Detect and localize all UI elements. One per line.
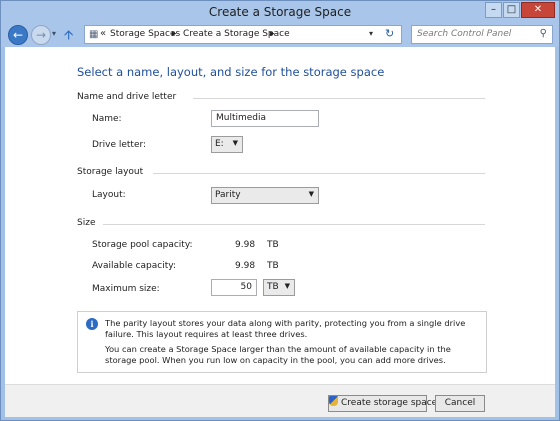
available-capacity-label: Available capacity: (92, 261, 176, 271)
search-input[interactable]: Search Control Panel ⚲ (411, 25, 553, 44)
window-title: Create a Storage Space (208, 5, 352, 19)
chevron-down-icon: ▼ (284, 282, 290, 290)
drive-letter-value: E: (215, 139, 224, 149)
recent-pages-chevron-icon[interactable]: ▾ (52, 29, 56, 38)
maximum-size-field[interactable]: 50 (211, 279, 257, 296)
pool-capacity-unit: TB (267, 240, 279, 250)
name-field[interactable]: Multimedia (211, 110, 319, 127)
pool-capacity-value: 9.98 (235, 240, 256, 250)
address-bar[interactable]: ▦ « Storage Spaces ▸ Create a Storage Sp… (84, 25, 402, 44)
refresh-icon[interactable]: ↻ (385, 27, 394, 40)
capacity-info-text: You can create a Storage Space larger th… (105, 344, 451, 365)
size-unit-value: TB (267, 282, 279, 292)
window: Create a Storage Space – □ ✕ ← → ▾ 🡩 ▦ «… (0, 0, 560, 421)
available-capacity-value: 9.98 (235, 261, 256, 271)
section-title-layout: Storage layout (77, 167, 144, 177)
size-unit-select[interactable]: TB ▼ (263, 279, 295, 296)
navigation-bar: ← → ▾ 🡩 ▦ « Storage Spaces ▸ Create a St… (1, 23, 559, 47)
cancel-button[interactable]: Cancel (435, 395, 485, 412)
layout-value: Parity (215, 190, 241, 200)
section-divider (153, 173, 485, 174)
breadcrumb-separator-icon[interactable]: ▸ (172, 29, 177, 39)
search-placeholder: Search Control Panel (417, 29, 512, 39)
breadcrumb-storage-spaces[interactable]: Storage Spaces (110, 29, 180, 39)
up-arrow-icon[interactable]: 🡩 (64, 26, 73, 48)
chevron-down-icon: ▼ (232, 139, 238, 147)
section-divider (103, 224, 485, 225)
breadcrumb-separator-icon[interactable]: ▸ (270, 29, 275, 39)
create-storage-space-label: Create storage space (341, 398, 438, 408)
available-capacity-unit: TB (267, 261, 279, 271)
section-divider (193, 98, 485, 99)
maximum-size-label: Maximum size: (92, 284, 160, 294)
address-dropdown-icon[interactable]: ▾ (369, 29, 373, 38)
parity-info-text: The parity layout stores your data along… (105, 318, 466, 339)
close-button[interactable]: ✕ (521, 2, 555, 18)
breadcrumb-overflow-icon[interactable]: « (100, 28, 106, 39)
maximize-button[interactable]: □ (503, 2, 520, 18)
title-bar: Create a Storage Space – □ ✕ (1, 1, 559, 23)
name-label: Name: (92, 114, 122, 124)
content-area: Select a name, layout, and size for the … (5, 47, 555, 384)
layout-label: Layout: (92, 190, 126, 200)
create-storage-space-button[interactable]: Create storage space (328, 395, 437, 412)
drive-letter-label: Drive letter: (92, 140, 147, 150)
minimize-button[interactable]: – (485, 2, 502, 18)
section-title-size: Size (77, 218, 96, 228)
page-title: Select a name, layout, and size for the … (77, 65, 385, 79)
chevron-down-icon: ▼ (308, 190, 314, 198)
pool-capacity-label: Storage pool capacity: (92, 240, 193, 250)
info-panel: i The parity layout stores your data alo… (77, 311, 487, 373)
search-icon[interactable]: ⚲ (540, 28, 547, 39)
uac-shield-icon (329, 396, 338, 406)
info-icon: i (86, 318, 98, 330)
section-title-name: Name and drive letter (77, 92, 177, 102)
drive-letter-select[interactable]: E: ▼ (211, 136, 243, 153)
back-arrow-icon[interactable]: ← (8, 25, 28, 45)
forward-arrow-icon[interactable]: → (31, 25, 51, 45)
control-panel-icon: ▦ (89, 29, 99, 40)
layout-select[interactable]: Parity ▼ (211, 187, 319, 204)
button-bar: Create storage space Cancel (5, 384, 555, 417)
